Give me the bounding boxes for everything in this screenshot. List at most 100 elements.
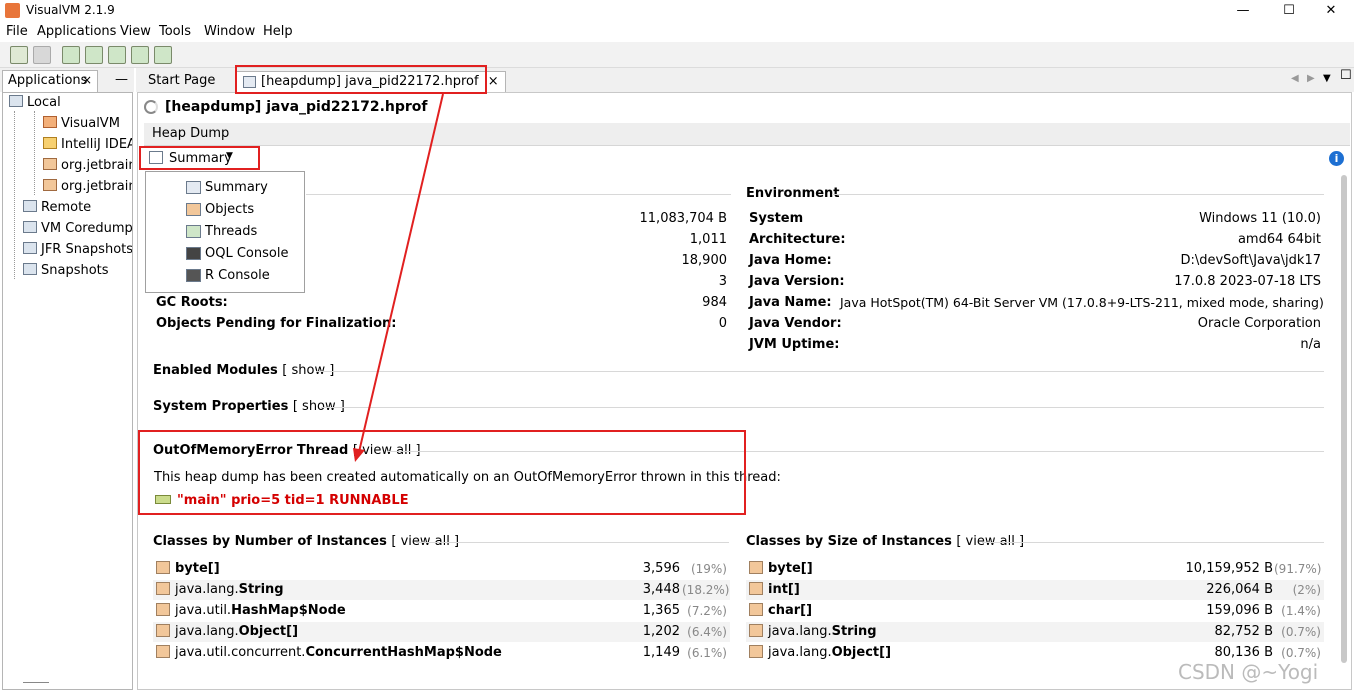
close-tab-icon[interactable]: ×: [82, 73, 92, 87]
tab-list-icon[interactable]: ▼: [1323, 73, 1331, 84]
env-label-architecture: Architecture:: [749, 232, 846, 247]
class-row[interactable]: byte[]: [156, 561, 220, 576]
class-count-value: 3,448: [642, 582, 680, 597]
view-dropdown-menu: Summary Objects Threads OQL Console R Co…: [145, 171, 305, 293]
tab-start-page[interactable]: Start Page: [142, 71, 221, 92]
tree-node-remote[interactable]: Remote: [23, 199, 91, 217]
tree-node-jetbrains-1[interactable]: org.jetbrains: [43, 157, 132, 175]
menu-item-summary[interactable]: Summary: [205, 180, 268, 195]
vertical-scrollbar[interactable]: [1340, 175, 1348, 675]
class-row[interactable]: java.lang.String: [749, 624, 877, 639]
classes-by-number-title: Classes by Number of Instances [ view al…: [153, 534, 460, 549]
tree-node-jfr-snapshots[interactable]: JFR Snapshots: [23, 241, 132, 259]
class-percent: (7.2%): [687, 604, 727, 618]
scroll-tabs-left-icon[interactable]: ◀: [1291, 73, 1299, 84]
class-percent: (0.7%): [1281, 625, 1321, 639]
env-value-java-name: Java HotSpot(TM) 64-Bit Server VM (17.0.…: [840, 295, 1324, 310]
class-row[interactable]: java.util.HashMap$Node: [156, 603, 346, 618]
class-icon: [749, 561, 763, 574]
minimize-button[interactable]: —: [1220, 0, 1266, 22]
class-count-value: 1,365: [642, 603, 680, 618]
close-tab-icon[interactable]: ×: [488, 74, 499, 89]
class-row[interactable]: java.util.concurrent.ConcurrentHashMap$N…: [156, 645, 502, 660]
menu-view[interactable]: View: [120, 24, 151, 39]
tree-node-intellij[interactable]: IntelliJ IDEA: [43, 136, 132, 154]
class-icon: [156, 603, 170, 616]
visualvm-icon: [43, 116, 57, 128]
heap-dump-icon[interactable]: [154, 46, 172, 64]
class-count-value: 1,202: [642, 624, 680, 639]
env-label-java-name: Java Name:: [749, 295, 832, 310]
tab-heapdump[interactable]: [heapdump] java_pid22172.hprof ×: [236, 71, 506, 92]
class-row[interactable]: java.lang.Object[]: [156, 624, 298, 639]
tree-node-vm-coredumps[interactable]: VM Coredumps: [23, 220, 132, 238]
add-remote-host-icon[interactable]: [85, 46, 103, 64]
close-window-button[interactable]: ✕: [1308, 0, 1354, 22]
tree-node-local[interactable]: Local: [9, 94, 61, 112]
class-icon: [749, 645, 763, 658]
menu-bar: File Applications View Tools Window Help: [0, 22, 1354, 42]
total-classes-value: 1,011: [689, 232, 727, 247]
class-percent: (6.4%): [687, 625, 727, 639]
save-icon[interactable]: [33, 46, 51, 64]
class-row[interactable]: int[]: [749, 582, 800, 597]
menu-tools[interactable]: Tools: [159, 24, 191, 39]
class-row[interactable]: char[]: [749, 603, 812, 618]
remote-host-icon: [23, 200, 37, 212]
coredump-icon: [23, 221, 37, 233]
env-value-system: Windows 11 (10.0): [1199, 211, 1321, 226]
menu-window[interactable]: Window: [204, 24, 255, 39]
total-instances-value: 18,900: [681, 253, 728, 268]
environment-title: Environment: [746, 186, 840, 201]
add-jfr-icon[interactable]: [131, 46, 149, 64]
class-icon: [749, 582, 763, 595]
tree-node-snapshots[interactable]: Snapshots: [23, 262, 109, 280]
env-label-jvm-uptime: JVM Uptime:: [749, 337, 840, 352]
class-row[interactable]: java.lang.String: [156, 582, 284, 597]
minimize-panel-icon[interactable]: —: [115, 72, 128, 87]
menu-applications[interactable]: Applications: [37, 24, 116, 39]
heap-dump-subheader: Heap Dump: [144, 123, 1350, 146]
java-process-icon: [43, 179, 57, 191]
add-core-dump-icon[interactable]: [108, 46, 126, 64]
heap-dump-label: Heap Dump: [152, 126, 230, 141]
maximize-button[interactable]: ☐: [1266, 0, 1312, 22]
menu-item-objects[interactable]: Objects: [205, 202, 254, 217]
menu-item-oql-console[interactable]: OQL Console: [205, 246, 288, 261]
class-percent: (1.4%): [1281, 604, 1321, 618]
menu-file[interactable]: File: [6, 24, 28, 39]
scrollbar-thumb[interactable]: [1341, 175, 1347, 663]
classloaders-value: 3: [718, 274, 727, 289]
resize-grip[interactable]: [23, 682, 49, 683]
env-value-architecture: amd64 64bit: [1237, 232, 1321, 247]
menu-help[interactable]: Help: [263, 24, 293, 39]
applications-tab-bar: Applications × —: [0, 68, 134, 92]
applications-tab[interactable]: Applications ×: [2, 70, 98, 92]
gc-roots-value: 984: [702, 295, 727, 310]
info-icon[interactable]: i: [1329, 151, 1344, 166]
scroll-tabs-right-icon[interactable]: ▶: [1307, 73, 1315, 84]
java-process-icon: [43, 158, 57, 170]
system-properties-section: System Properties [ show ]: [153, 399, 345, 414]
tree-node-visualvm[interactable]: VisualVM: [43, 115, 120, 133]
computer-icon: [9, 95, 23, 107]
oom-description: This heap dump has been created automati…: [154, 470, 781, 485]
enabled-modules-section: Enabled Modules [ show ]: [153, 363, 335, 378]
oom-thread-link[interactable]: "main" prio=5 tid=1 RUNNABLE: [155, 493, 409, 508]
toolbar: [0, 42, 1354, 68]
class-percent: (0.7%): [1281, 646, 1321, 660]
env-value-java-home: D:\devSoft\Java\jdk17: [1180, 253, 1321, 268]
class-row[interactable]: java.lang.Object[]: [749, 645, 891, 660]
menu-item-threads[interactable]: Threads: [205, 224, 257, 239]
add-jmx-connection-icon[interactable]: [62, 46, 80, 64]
load-snapshot-icon[interactable]: [10, 46, 28, 64]
title-bar: VisualVM 2.1.9 — ☐ ✕: [0, 0, 1354, 22]
menu-item-r-console[interactable]: R Console: [205, 268, 270, 283]
class-percent: (2%): [1292, 583, 1321, 597]
tree-node-jetbrains-2[interactable]: org.jetbrains: [43, 178, 132, 196]
class-row[interactable]: byte[]: [749, 561, 813, 576]
view-selector-button[interactable]: Summary ▼: [144, 148, 258, 169]
env-label-java-version: Java Version:: [749, 274, 845, 289]
class-icon: [156, 561, 170, 574]
maximize-window-icon[interactable]: ☐: [1340, 68, 1352, 83]
